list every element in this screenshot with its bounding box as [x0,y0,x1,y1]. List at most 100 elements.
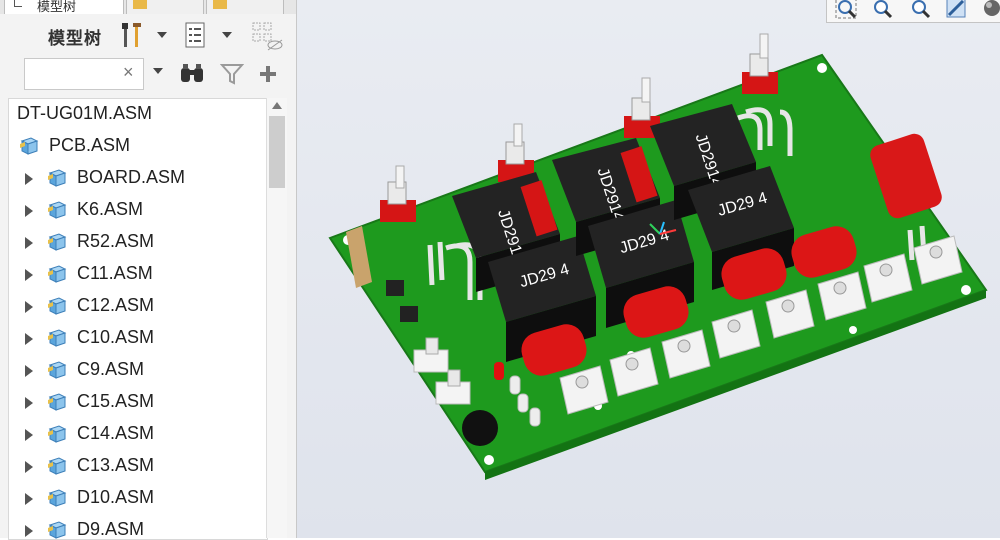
assembly-icon [48,201,67,219]
panel-tab-bar: 模型树 [0,0,296,14]
favorites-folder-icon [213,0,227,9]
tree-node[interactable]: C13.ASM [9,451,267,483]
tab-folder-browser[interactable] [126,0,204,14]
dropdown-arrow-icon[interactable] [221,30,233,40]
push-button [386,280,404,296]
expand-arrow-icon[interactable] [25,365,33,377]
expand-arrow-icon[interactable] [25,461,33,473]
assembly-icon [48,297,67,315]
assembly-icon [48,265,67,283]
tree-root-node[interactable]: DT-UG01M.ASM [9,99,267,131]
tree-node-label: BOARD.ASM [77,167,186,187]
model-tree: DT-UG01M.ASM PCB.ASM BOARD.ASM K6.ASM R52.A… [8,98,268,540]
tree-root-label: DT-UG01M.ASM [17,103,153,123]
tree-node-label: C12.ASM [77,295,155,315]
led [529,407,541,427]
expand-arrow-icon[interactable] [25,205,33,217]
clear-search-button[interactable]: × [123,62,134,83]
tree-node-label: C10.ASM [77,327,155,347]
expand-arrow-icon[interactable] [25,333,33,345]
tab-label: 模型树 [37,0,77,14]
push-button [400,306,418,322]
led [517,393,529,413]
add-icon[interactable] [258,64,278,84]
hide-filter-icon[interactable] [250,20,284,52]
assembly-icon [48,393,67,411]
zoom-refit-icon[interactable] [835,0,857,19]
expand-arrow-icon[interactable] [25,525,33,537]
expand-arrow-icon[interactable] [25,269,33,281]
tree-columns-icon[interactable] [182,20,210,50]
repaint-icon[interactable] [945,0,967,19]
tree-node-label: K6.ASM [77,199,144,219]
find-binoculars-icon[interactable] [178,62,206,86]
tree-node-label: C14.ASM [77,423,155,443]
mounting-hole [484,455,494,465]
led [494,362,504,380]
expand-arrow-icon[interactable] [25,173,33,185]
scroll-up-arrow-icon[interactable] [272,102,282,109]
tree-node[interactable]: R52.ASM [9,227,267,259]
tab-favorites[interactable] [206,0,284,14]
assembly-icon [48,457,67,475]
expand-arrow-icon[interactable] [25,397,33,409]
mounting-hole [849,326,857,334]
tree-node[interactable]: PCB.ASM [9,131,267,163]
assembly-icon [48,489,67,507]
zoom-out-icon[interactable] [909,0,931,19]
model-tree-panel: 模型树 模型树 × DT-UG01M.ASM PCB.ASM BOARD.ASM… [0,0,297,540]
tree-node-label: D10.ASM [77,487,155,507]
scrollbar-thumb[interactable] [269,116,285,188]
tree-node[interactable]: D9.ASM [9,515,267,539]
assembly-icon [20,137,39,155]
toggle-switch [742,33,778,94]
tree-node[interactable]: C12.ASM [9,291,267,323]
tree-node[interactable]: C14.ASM [9,419,267,451]
tree-node[interactable]: C9.ASM [9,355,267,387]
tree-node[interactable]: C10.ASM [9,323,267,355]
tree-node-label: C9.ASM [77,359,145,379]
tree-node[interactable]: C15.ASM [9,387,267,419]
assembly-icon [48,169,67,187]
toggle-switch [380,165,416,222]
model-tree-title: 模型树 [48,29,102,48]
folder-icon [133,0,147,9]
mounting-hole [961,285,971,295]
tree-node-label: C11.ASM [77,263,153,283]
assembly-icon [48,521,67,539]
settings-icon[interactable] [118,20,148,50]
dropdown-arrow-icon[interactable] [152,66,164,76]
zoom-in-icon[interactable] [871,0,893,19]
tree-node[interactable]: BOARD.ASM [9,163,267,195]
tree-node-label: D9.ASM [77,519,145,539]
tab-model-tree[interactable]: 模型树 [4,0,124,14]
tree-node[interactable]: K6.ASM [9,195,267,227]
expand-arrow-icon[interactable] [25,301,33,313]
tree-scrollbar[interactable] [266,98,287,538]
tree-node-label: C13.ASM [77,455,155,475]
expand-arrow-icon[interactable] [25,493,33,505]
toggle-switch [498,123,534,182]
pcb-3d-model[interactable]: JD2914 JD29 4 JD2914 JD29 4 JD2914 JD29 … [297,22,1000,538]
tree-icon [14,0,22,7]
dropdown-arrow-icon[interactable] [156,30,168,40]
tree-node[interactable]: D10.ASM [9,483,267,515]
tree-node-label: R52.ASM [77,231,155,251]
assembly-icon [48,361,67,379]
search-row: × [0,56,296,96]
assembly-icon [48,329,67,347]
mounting-hole [817,63,827,73]
expand-arrow-icon[interactable] [25,429,33,441]
tree-node[interactable]: C11.ASM [9,259,267,291]
tree-node-label: C15.ASM [77,391,155,411]
tree-toolbar: 模型树 [0,14,296,56]
display-style-icon[interactable] [981,0,1000,19]
tree-node-label: PCB.ASM [49,135,131,155]
view-toolbar [826,0,1000,23]
led [509,375,521,395]
filter-icon[interactable] [220,62,244,86]
assembly-icon [48,425,67,443]
buzzer [462,410,498,446]
expand-arrow-icon[interactable] [25,237,33,249]
assembly-icon [48,233,67,251]
